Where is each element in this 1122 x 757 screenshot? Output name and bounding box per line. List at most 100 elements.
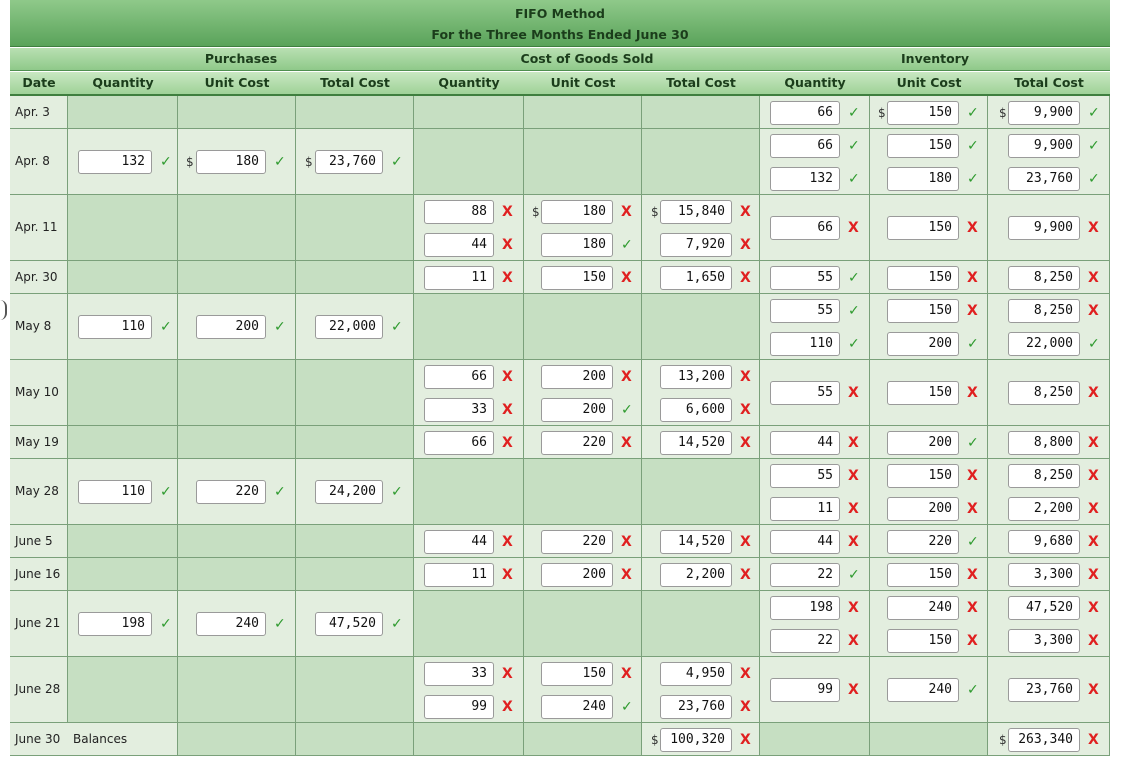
inventory-total-cost-input[interactable]: 23,760 [1008, 167, 1080, 191]
purchase-quantity-input[interactable]: 110 [78, 315, 152, 339]
inventory-unit-cost-input[interactable]: 150 [887, 216, 959, 240]
x-icon: X [967, 600, 978, 616]
purchase-quantity-input[interactable]: 110 [78, 480, 152, 504]
inventory-total-cost-input[interactable]: 9,900 [1008, 100, 1080, 125]
cogs-unit-cost-input[interactable]: 180 [541, 200, 613, 224]
inventory-total-cost-input[interactable]: 3,300 [1008, 562, 1080, 587]
purchase-total-cost-input[interactable]: 22,000 [315, 315, 383, 339]
purchase-quantity-input[interactable]: 198 [78, 612, 152, 636]
inventory-total-cost-input[interactable]: 23,760 [1008, 678, 1080, 702]
inventory-total-cost-input[interactable]: 2,200 [1008, 497, 1080, 521]
purchase-total-cost-input[interactable]: 24,200 [315, 480, 383, 504]
inventory-quantity-input[interactable]: 44 [770, 529, 840, 554]
cogs-quantity-input[interactable]: 66 [424, 365, 494, 389]
inventory-unit-cost-input[interactable]: 240 [887, 678, 959, 702]
inventory-total-balance-input[interactable]: 263,340 [1008, 727, 1080, 752]
x-icon: X [502, 699, 513, 715]
cogs-total-cost-input[interactable]: 6,600 [660, 398, 732, 422]
cogs-quantity-input[interactable]: 33 [424, 398, 494, 422]
inventory-total-cost-input[interactable]: 9,900 [1008, 216, 1080, 240]
cogs-total-cost-input[interactable]: 4,950 [660, 662, 732, 686]
cogs-quantity-input[interactable]: 11 [424, 562, 494, 587]
inventory-total-cost-input[interactable]: 22,000 [1008, 332, 1080, 356]
inventory-unit-cost-input[interactable]: 150 [887, 134, 959, 158]
cogs-unit-cost-input[interactable]: 180 [541, 233, 613, 257]
inventory-unit-cost-input[interactable]: 200 [887, 497, 959, 521]
inventory-quantity-input[interactable]: 44 [770, 430, 840, 455]
inventory-total-cost-input[interactable]: 47,520 [1008, 596, 1080, 620]
cogs-unit-cost-input[interactable]: 220 [541, 529, 613, 554]
inventory-unit-cost-input[interactable]: 240 [887, 596, 959, 620]
cogs-total-cost-input[interactable]: 14,520 [660, 430, 732, 455]
inventory-quantity-input[interactable]: 66 [770, 100, 840, 125]
cogs-quantity-input[interactable]: 88 [424, 200, 494, 224]
row-date: Apr. 8 [15, 154, 50, 168]
inventory-unit-cost-input[interactable]: 150 [887, 464, 959, 488]
inventory-quantity-input[interactable]: 22 [770, 629, 840, 653]
cogs-quantity-input[interactable]: 66 [424, 430, 494, 455]
purchase-total-cost-input[interactable]: 47,520 [315, 612, 383, 636]
inventory-unit-cost-input[interactable]: 150 [887, 629, 959, 653]
inventory-unit-cost-input[interactable]: 150 [887, 265, 959, 290]
inventory-unit-cost-input[interactable]: 150 [887, 299, 959, 323]
table-cell [68, 360, 178, 426]
cogs-total-balance-input[interactable]: 100,320 [660, 727, 732, 752]
cogs-total-cost-input[interactable]: 7,920 [660, 233, 732, 257]
inventory-total-cost-input[interactable]: 9,680 [1008, 529, 1080, 554]
cogs-quantity-input[interactable]: 44 [424, 529, 494, 554]
inventory-quantity-input[interactable]: 55 [770, 381, 840, 405]
purchase-unit-cost-input[interactable]: 200 [196, 315, 266, 339]
cogs-total-cost-input[interactable]: 15,840 [660, 200, 732, 224]
inventory-quantity-input[interactable]: 66 [770, 134, 840, 158]
inventory-total-cost-input[interactable]: 8,800 [1008, 430, 1080, 455]
inventory-quantity-input[interactable]: 66 [770, 216, 840, 240]
col-header-cogs-total-cost: Total Cost [642, 72, 760, 96]
inventory-quantity-input[interactable]: 55 [770, 299, 840, 323]
inventory-quantity-input[interactable]: 11 [770, 497, 840, 521]
inventory-total-cost-input[interactable]: 3,300 [1008, 629, 1080, 653]
inventory-total-cost-input[interactable]: 8,250 [1008, 464, 1080, 488]
inventory-unit-cost-input[interactable]: 150 [887, 381, 959, 405]
cogs-unit-cost-input[interactable]: 220 [541, 430, 613, 455]
cogs-unit-cost-input[interactable]: 200 [541, 562, 613, 587]
inventory-total-cost-input[interactable]: 9,900 [1008, 134, 1080, 158]
inventory-unit-cost-input[interactable]: 220 [887, 529, 959, 554]
cogs-quantity-input[interactable]: 33 [424, 662, 494, 686]
inventory-quantity-input[interactable]: 99 [770, 678, 840, 702]
inventory-unit-cost-input[interactable]: 200 [887, 430, 959, 455]
purchase-total-cost-input[interactable]: 23,760 [315, 150, 383, 174]
inventory-quantity-input[interactable]: 55 [770, 464, 840, 488]
cogs-total-cost-input[interactable]: 13,200 [660, 365, 732, 389]
inventory-quantity-input[interactable]: 22 [770, 562, 840, 587]
x-icon: X [1088, 533, 1099, 550]
inventory-group-header: Inventory [760, 48, 1110, 71]
cogs-total-cost-input[interactable]: 1,650 [660, 265, 732, 290]
cogs-unit-cost-input[interactable]: 150 [541, 662, 613, 686]
inventory-quantity-input[interactable]: 132 [770, 167, 840, 191]
purchase-quantity-input[interactable]: 132 [78, 150, 152, 174]
cogs-quantity-input[interactable]: 99 [424, 695, 494, 719]
cogs-total-cost-input[interactable]: 14,520 [660, 529, 732, 554]
cogs-quantity-input[interactable]: 44 [424, 233, 494, 257]
inventory-quantity-input[interactable]: 110 [770, 332, 840, 356]
inventory-unit-cost-input[interactable]: 150 [887, 100, 959, 125]
cogs-unit-cost-input[interactable]: 200 [541, 365, 613, 389]
inventory-quantity-input[interactable]: 198 [770, 596, 840, 620]
purchase-unit-cost-input[interactable]: 240 [196, 612, 266, 636]
inventory-total-cost-input[interactable]: 8,250 [1008, 299, 1080, 323]
inventory-total-cost-input[interactable]: 8,250 [1008, 381, 1080, 405]
cogs-total-cost-input[interactable]: 2,200 [660, 562, 732, 587]
inventory-quantity-input[interactable]: 55 [770, 265, 840, 290]
purchase-unit-cost-input[interactable]: 220 [196, 480, 266, 504]
table-cell [524, 591, 642, 657]
cogs-unit-cost-input[interactable]: 200 [541, 398, 613, 422]
cogs-unit-cost-input[interactable]: 240 [541, 695, 613, 719]
cogs-quantity-input[interactable]: 11 [424, 265, 494, 290]
inventory-unit-cost-input[interactable]: 200 [887, 332, 959, 356]
inventory-unit-cost-input[interactable]: 150 [887, 562, 959, 587]
purchase-unit-cost-input[interactable]: 180 [196, 150, 266, 174]
cogs-unit-cost-input[interactable]: 150 [541, 265, 613, 290]
cogs-total-cost-input[interactable]: 23,760 [660, 695, 732, 719]
inventory-total-cost-input[interactable]: 8,250 [1008, 265, 1080, 290]
inventory-unit-cost-input[interactable]: 180 [887, 167, 959, 191]
